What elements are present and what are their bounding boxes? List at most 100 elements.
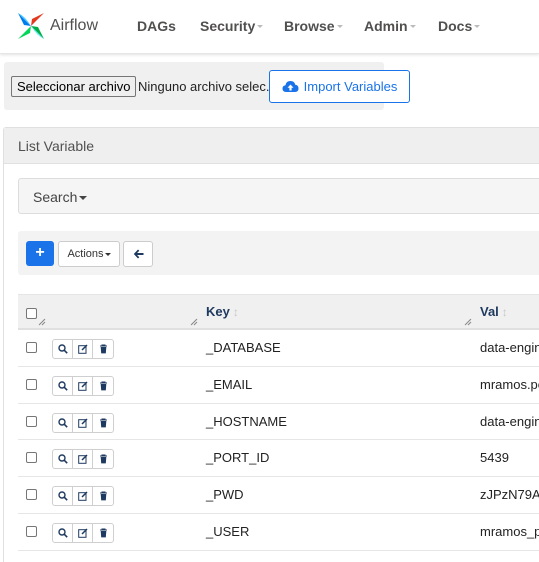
panel-title: List Variable bbox=[4, 128, 539, 164]
table-row: _DATABASE data-engin bbox=[18, 330, 539, 367]
chevron-down-icon bbox=[474, 25, 481, 29]
edit-record-button[interactable] bbox=[73, 523, 93, 542]
actions-label: Actions bbox=[67, 248, 104, 260]
search-icon bbox=[57, 381, 68, 391]
row-checkbox[interactable] bbox=[26, 525, 37, 537]
trash-icon bbox=[99, 381, 107, 391]
row-checkbox[interactable] bbox=[26, 415, 37, 427]
trash-icon bbox=[99, 528, 107, 538]
cell-val: data-engin bbox=[480, 413, 539, 429]
edit-icon bbox=[77, 454, 88, 465]
cell-key: _EMAIL bbox=[206, 376, 253, 392]
chevron-down-icon bbox=[104, 252, 111, 256]
airflow-logo-icon bbox=[18, 13, 44, 39]
table-row: _PORT_ID 5439 bbox=[18, 440, 539, 478]
cell-val: 5439 bbox=[480, 450, 509, 466]
variables-table: Key↕ Val↕ _DATABASE data-engin _EMAIL bbox=[18, 294, 539, 551]
actions-dropdown[interactable]: Actions bbox=[58, 241, 120, 267]
row-checkbox[interactable] bbox=[26, 378, 37, 390]
row-actions bbox=[52, 339, 114, 359]
nav-security[interactable]: Security bbox=[200, 18, 264, 34]
chevron-down-icon bbox=[79, 196, 88, 201]
nav-admin[interactable]: Admin bbox=[364, 18, 416, 34]
show-record-button[interactable] bbox=[53, 340, 73, 358]
show-record-button[interactable] bbox=[53, 523, 73, 542]
search-label: Search bbox=[33, 189, 78, 205]
back-button[interactable] bbox=[123, 241, 153, 267]
table-row: _USER mramos_p bbox=[18, 514, 539, 551]
trash-icon bbox=[99, 418, 107, 427]
column-header-val[interactable]: Val ↕ bbox=[480, 295, 508, 329]
brand-link[interactable]: Airflow bbox=[15, 10, 98, 42]
table-row: _PWD zJPzN79A bbox=[18, 477, 539, 514]
sort-icon: ↕ bbox=[501, 305, 508, 319]
cell-val: zJPzN79A bbox=[480, 487, 539, 503]
cell-key: _USER bbox=[206, 523, 250, 539]
nav-browse-label: Browse bbox=[284, 18, 335, 34]
show-record-button[interactable] bbox=[53, 376, 73, 395]
list-toolbar: + Actions bbox=[18, 231, 539, 275]
nav-docs-label: Docs bbox=[438, 18, 473, 34]
edit-record-button[interactable] bbox=[73, 487, 93, 506]
table-row: _HOSTNAME data-engin bbox=[18, 404, 539, 441]
cell-val: mramos.pe bbox=[480, 376, 539, 392]
nav-dags-label: DAGs bbox=[137, 18, 176, 34]
search-icon bbox=[57, 491, 68, 501]
cell-key: _DATABASE bbox=[206, 340, 281, 355]
show-record-button[interactable] bbox=[53, 413, 73, 432]
search-icon bbox=[57, 454, 68, 465]
trash-icon bbox=[99, 454, 107, 464]
show-record-button[interactable] bbox=[53, 487, 73, 506]
delete-record-button[interactable] bbox=[93, 524, 113, 542]
edit-record-button[interactable] bbox=[73, 450, 93, 469]
search-icon bbox=[57, 417, 68, 428]
edit-record-button[interactable] bbox=[73, 413, 93, 432]
import-variables-label: Import Variables bbox=[303, 79, 398, 94]
edit-record-button[interactable] bbox=[73, 376, 93, 395]
delete-record-button[interactable] bbox=[93, 487, 113, 505]
list-variable-panel: List Variable Search + Actions Key ↕ Val ↕ bbox=[3, 127, 539, 562]
file-status-text: Ninguno archivo selec. bbox=[138, 79, 270, 94]
delete-record-button[interactable] bbox=[93, 414, 113, 432]
add-variable-button[interactable]: + bbox=[26, 241, 54, 266]
nav-dags[interactable]: DAGs bbox=[137, 18, 176, 34]
resize-handle-icon[interactable] bbox=[190, 318, 198, 326]
column-val-label: Val bbox=[480, 304, 499, 319]
column-header-key[interactable]: Key ↕ bbox=[206, 295, 239, 329]
search-dropdown[interactable]: Search bbox=[33, 189, 88, 205]
import-variables-button[interactable]: Import Variables bbox=[269, 70, 410, 103]
cell-key: _PWD bbox=[206, 487, 244, 503]
chevron-down-icon bbox=[409, 25, 416, 29]
column-key-label: Key bbox=[206, 304, 230, 319]
trash-icon bbox=[99, 344, 107, 354]
row-actions bbox=[52, 522, 114, 543]
show-record-button[interactable] bbox=[53, 450, 73, 469]
row-checkbox[interactable] bbox=[26, 452, 37, 464]
chevron-down-icon bbox=[336, 25, 343, 29]
cell-key: _PORT_ID bbox=[206, 450, 270, 466]
nav-browse[interactable]: Browse bbox=[284, 18, 343, 34]
sort-icon: ↕ bbox=[232, 305, 239, 319]
navbar: Airflow DAGs Security Browse Admin Docs bbox=[0, 0, 539, 54]
row-actions bbox=[52, 486, 114, 507]
row-actions bbox=[52, 412, 114, 433]
edit-icon bbox=[77, 491, 88, 501]
nav-docs[interactable]: Docs bbox=[438, 18, 481, 34]
delete-record-button[interactable] bbox=[93, 450, 113, 468]
search-icon bbox=[57, 344, 68, 354]
resize-handle-icon[interactable] bbox=[464, 318, 472, 326]
cell-key: _HOSTNAME bbox=[206, 413, 287, 429]
row-checkbox[interactable] bbox=[26, 342, 37, 353]
row-checkbox[interactable] bbox=[26, 489, 37, 501]
edit-icon bbox=[77, 344, 88, 354]
file-select-button[interactable]: Seleccionar archivo bbox=[11, 76, 137, 97]
delete-record-button[interactable] bbox=[93, 377, 113, 395]
import-variables-form: Seleccionar archivo Ninguno archivo sele… bbox=[4, 62, 410, 110]
search-bar: Search bbox=[18, 178, 539, 214]
edit-record-button[interactable] bbox=[73, 340, 93, 358]
resize-handle-icon[interactable] bbox=[38, 318, 46, 326]
select-all-checkbox[interactable] bbox=[26, 308, 37, 319]
edit-icon bbox=[77, 418, 88, 428]
table-row: _EMAIL mramos.pe bbox=[18, 367, 539, 404]
delete-record-button[interactable] bbox=[93, 340, 113, 358]
